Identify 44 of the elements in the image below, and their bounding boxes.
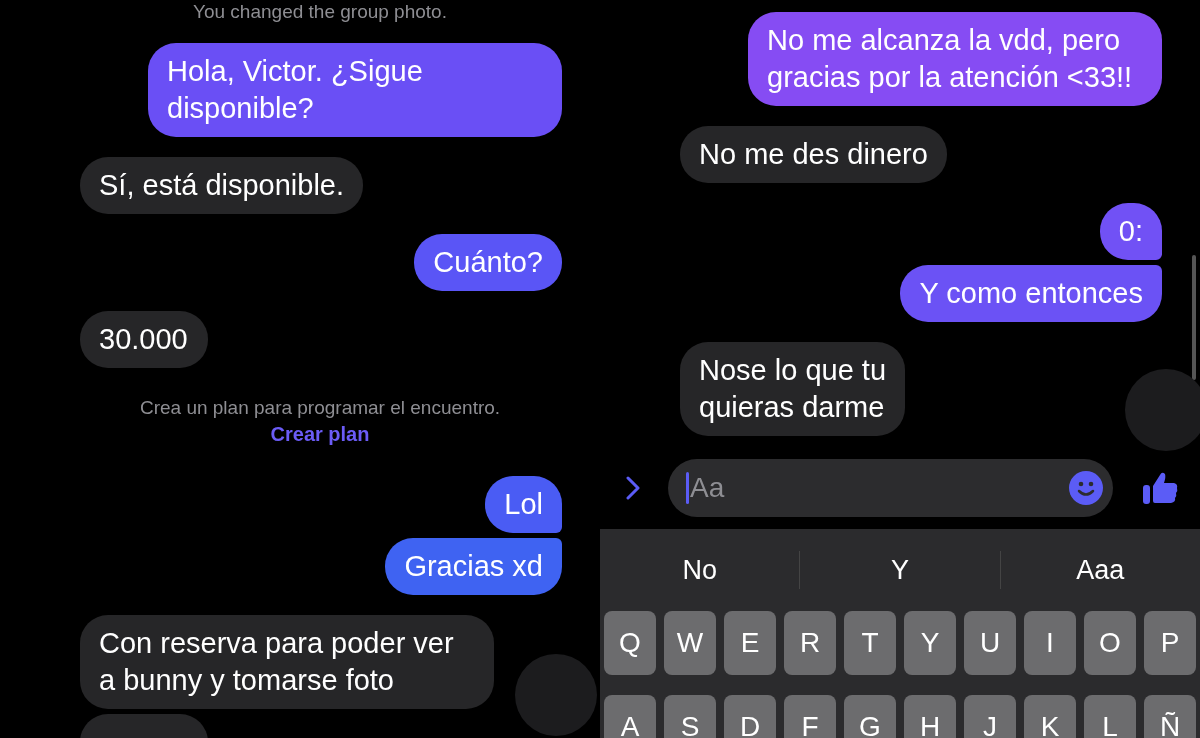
chevron-icon[interactable] bbox=[626, 476, 640, 500]
keyboard-key[interactable]: A bbox=[604, 695, 656, 738]
keyboard-key[interactable]: K bbox=[1024, 695, 1076, 738]
keyboard-key[interactable]: L bbox=[1084, 695, 1136, 738]
message-bubble: Sí, está disponible. bbox=[80, 157, 364, 214]
suggestion[interactable]: Aaa bbox=[1000, 554, 1200, 586]
smiley-icon[interactable] bbox=[1069, 471, 1103, 505]
message-bubble: Y como entonces bbox=[900, 265, 1162, 322]
keyboard-key[interactable]: S bbox=[664, 695, 716, 738]
message-bubble: Con reserva para poder ver a bunny y tomarse foto bbox=[80, 615, 494, 709]
text-cursor bbox=[686, 472, 689, 504]
message-field[interactable]: Aa bbox=[668, 459, 1113, 517]
message-bubble: Lol bbox=[485, 476, 562, 533]
keyboard-key[interactable]: I bbox=[1024, 611, 1076, 675]
message-bubble: No me des dinero bbox=[680, 126, 947, 183]
keyboard-key[interactable]: H bbox=[904, 695, 956, 738]
keyboard-key[interactable]: G bbox=[844, 695, 896, 738]
message-bubble: 0: bbox=[1099, 203, 1162, 260]
keyboard-key[interactable]: R bbox=[784, 611, 836, 675]
keyboard-key[interactable]: Q bbox=[604, 611, 656, 675]
message-bubble: No me alcanza la vdd, pero gracias por la atención <33!! bbox=[748, 12, 1162, 106]
keyboard-key[interactable]: T bbox=[844, 611, 896, 675]
keyboard-key[interactable]: O bbox=[1084, 611, 1136, 675]
keyboard-key[interactable]: P bbox=[1144, 611, 1196, 675]
suggestion[interactable]: Y bbox=[800, 554, 1000, 586]
message-bubble: Cuánto? bbox=[414, 234, 562, 291]
keyboard-key[interactable]: F bbox=[784, 695, 836, 738]
system-message: Crea un plan para programar el encuentro. bbox=[139, 396, 501, 420]
message-bubble: 30.000 bbox=[80, 311, 208, 368]
keyboard-key[interactable]: D bbox=[724, 695, 776, 738]
keyboard-key[interactable]: Ñ bbox=[1144, 695, 1196, 738]
keyboard-key[interactable]: J bbox=[964, 695, 1016, 738]
keyboard-key[interactable]: E bbox=[724, 611, 776, 675]
create-plan-link[interactable]: Crear plan bbox=[270, 420, 370, 448]
message-bubble: Nose lo que tu quieras darme bbox=[680, 342, 905, 436]
thumbs-up-icon[interactable] bbox=[1142, 471, 1178, 505]
message-bubble: Hola, Victor. ¿Sigue disponible? bbox=[148, 43, 562, 137]
scroll-bar[interactable] bbox=[1192, 255, 1196, 380]
suggestion[interactable]: No bbox=[600, 554, 800, 586]
keyboard-key[interactable]: W bbox=[664, 611, 716, 675]
system-message: You changed the group photo. bbox=[193, 0, 447, 24]
message-bubble: Gracias xd bbox=[385, 538, 562, 595]
keyboard-key[interactable]: Y bbox=[904, 611, 956, 675]
keyboard-key[interactable]: U bbox=[964, 611, 1016, 675]
